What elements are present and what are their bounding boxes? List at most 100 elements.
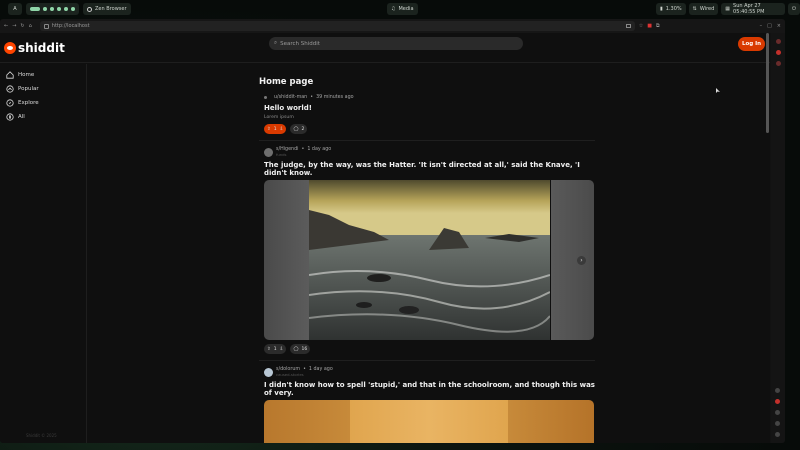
forward-icon[interactable]: →: [12, 23, 16, 29]
url-bar[interactable]: http://localhost: [39, 21, 635, 31]
post-title[interactable]: I didn't know how to spell 'stupid,' and…: [264, 381, 595, 397]
media-pill[interactable]: ♫ Media: [387, 3, 418, 15]
home-icon: [6, 71, 14, 79]
close-icon[interactable]: ×: [777, 23, 781, 29]
workspace-dots[interactable]: [26, 3, 79, 15]
meta-separator: •: [301, 147, 305, 152]
community-avatar[interactable]: [264, 147, 273, 157]
browser-icon: [87, 6, 92, 12]
sidebar-item-all[interactable]: All: [0, 110, 86, 124]
battery-icon: ▮: [660, 6, 663, 12]
side-panel-icon[interactable]: [775, 61, 781, 66]
post-time: 1 day ago: [307, 147, 332, 152]
vote-control[interactable]: ⇧ 1 ⇩: [264, 344, 287, 354]
post-title[interactable]: Hello world!: [264, 104, 595, 112]
page-scrollbar[interactable]: [766, 33, 769, 133]
clock-label: Sun Apr 27 05:40:55 PM: [733, 3, 765, 15]
post-image[interactable]: [264, 400, 594, 443]
clock-pill[interactable]: ▦ Sun Apr 27 05:40:55 PM: [721, 3, 786, 15]
login-label: Log In: [741, 41, 762, 47]
next-image-button[interactable]: ›: [577, 256, 586, 265]
post-author[interactable]: u/shiddit-man: [274, 95, 307, 100]
active-app-name: Zen Browser: [95, 6, 127, 12]
vote-control[interactable]: ⇧ 1 ⇩: [264, 124, 287, 134]
user-avatar: [264, 96, 267, 99]
search-bar[interactable]: ⌕ Search Shiddit: [269, 37, 523, 50]
vote-count: 1: [273, 126, 277, 132]
sidebar-item-explore[interactable]: Explore: [0, 96, 86, 110]
calendar-icon: ▦: [725, 6, 731, 12]
reload-icon[interactable]: ↻: [20, 23, 24, 29]
extension-icon[interactable]: ■: [647, 23, 652, 29]
workspace-dot[interactable]: [43, 7, 47, 11]
sidebar-item-label: Home: [18, 72, 35, 78]
comment-count: 16: [301, 346, 308, 352]
side-panel-icon[interactable]: [775, 39, 781, 44]
all-icon: [6, 113, 14, 121]
page-info-icon: [43, 23, 49, 29]
upvote-icon[interactable]: ⇧: [267, 127, 271, 132]
home-icon[interactable]: ⌂: [29, 23, 32, 29]
workspace-dot[interactable]: [50, 7, 54, 11]
post-actions: ⇧ 1 ⇩ ◯ 2: [264, 124, 595, 134]
workspace-label: A: [13, 6, 17, 12]
media-label: Media: [398, 6, 414, 12]
community-avatar[interactable]: [264, 367, 273, 377]
music-icon: ♫: [391, 6, 396, 12]
network-label: Wired: [699, 6, 715, 12]
side-panel-icon[interactable]: [775, 388, 780, 393]
url-text: http://localhost: [51, 23, 90, 29]
minimize-icon[interactable]: –: [760, 23, 763, 29]
post-time: 1 day ago: [308, 367, 333, 372]
network-pill[interactable]: ⇅ Wired: [688, 3, 719, 15]
search-placeholder: Search Shiddit: [280, 40, 320, 47]
logo-icon: [4, 41, 16, 54]
downvote-icon[interactable]: ⇩: [280, 127, 284, 132]
post-actions: ⇧ 1 ⇩ ◯ 16: [264, 344, 595, 354]
chevron-right-icon: ›: [580, 257, 583, 264]
sidebar-footer: Shiddit © 2025: [26, 433, 57, 438]
side-panel-icon[interactable]: [775, 432, 780, 437]
battery-pill[interactable]: ▮ 1.30%: [656, 3, 686, 15]
back-icon[interactable]: ←: [4, 23, 8, 29]
sidebar: Home Popular Explore All Shiddit © 2025: [0, 64, 87, 443]
comment-icon: ◯: [293, 346, 299, 352]
post-divider: [259, 140, 595, 141]
sidebar-item-label: All: [18, 114, 25, 120]
maximize-icon[interactable]: □: [767, 23, 772, 29]
logo-text: shiddit: [18, 40, 65, 55]
power-button[interactable]: ⏻: [788, 3, 800, 15]
side-panel-icon[interactable]: [775, 50, 781, 55]
active-app-pill[interactable]: Zen Browser: [83, 3, 131, 15]
post-card[interactable]: s/Higendi • 1 day ago funds The judge, b…: [259, 147, 595, 354]
side-panel-icon[interactable]: [775, 410, 780, 415]
site-logo[interactable]: shiddit: [4, 41, 65, 55]
comments-button[interactable]: ◯ 16: [290, 344, 311, 354]
workspace-indicator[interactable]: A: [8, 3, 22, 15]
upvote-icon[interactable]: ⇧: [267, 347, 271, 352]
extensions-icon[interactable]: ⧉: [656, 23, 660, 29]
workspace-dot[interactable]: [57, 7, 61, 11]
seascape-photo: [309, 180, 550, 340]
browser-window: ← → ↻ ⌂ http://localhost ☆ ■ ⧉ – □ × shi…: [0, 19, 785, 443]
post-meta: s/dolorum • 1 day ago caused-stories: [264, 367, 595, 377]
side-panel-icon[interactable]: [775, 421, 780, 426]
comments-button[interactable]: ◯ 2: [290, 124, 308, 134]
login-button[interactable]: Log In: [738, 37, 765, 51]
side-panel-icon[interactable]: [775, 399, 780, 404]
post-card[interactable]: s/dolorum • 1 day ago caused-stories I d…: [259, 367, 595, 443]
workspace-dot[interactable]: [71, 7, 75, 11]
post-image[interactable]: ›: [264, 180, 594, 340]
network-icon: ⇅: [692, 6, 697, 12]
downvote-icon[interactable]: ⇩: [280, 347, 284, 352]
sidebar-item-home[interactable]: Home: [0, 68, 86, 82]
compass-icon: [6, 99, 14, 107]
post-title[interactable]: The judge, by the way, was the Hatter. '…: [264, 161, 595, 177]
workspace-dot[interactable]: [64, 7, 68, 11]
post-card[interactable]: u/shiddit-man • 39 minutes ago Hello wor…: [259, 95, 595, 134]
bookmark-icon[interactable]: ☆: [639, 23, 643, 29]
active-workspace-dot[interactable]: [30, 7, 40, 11]
sidebar-item-label: Popular: [18, 86, 39, 92]
reader-icon[interactable]: [625, 24, 631, 28]
sidebar-item-popular[interactable]: Popular: [0, 82, 86, 96]
